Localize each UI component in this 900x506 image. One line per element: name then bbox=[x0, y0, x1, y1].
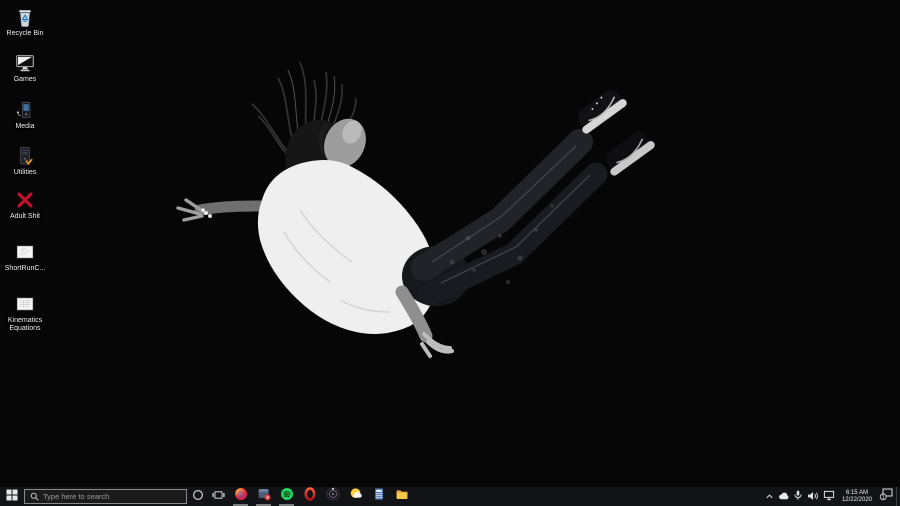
windows-desktop: Recycle Bin Games bbox=[0, 0, 900, 506]
desktop-icon-label: Utilities bbox=[14, 169, 37, 177]
microphone-icon bbox=[794, 488, 802, 506]
taskbar-app-firefox[interactable] bbox=[229, 487, 252, 506]
calculator-icon bbox=[372, 487, 386, 506]
cortana-icon bbox=[192, 488, 204, 506]
network-tray-button[interactable] bbox=[821, 487, 838, 506]
desktop-icon-label: Recycle Bin bbox=[7, 30, 44, 38]
desktop-icon-media[interactable]: Media bbox=[2, 98, 48, 131]
clock-date: 12/22/2020 bbox=[842, 497, 872, 504]
taskbar-app-badged[interactable] bbox=[252, 487, 275, 506]
wallpaper-image bbox=[0, 0, 900, 487]
taskbar-search[interactable] bbox=[24, 489, 187, 504]
taskbar-app-file-explorer[interactable] bbox=[390, 487, 413, 506]
desktop-icon-label: Games bbox=[14, 76, 37, 84]
action-center-icon: 1 bbox=[879, 487, 894, 506]
monitor-icon bbox=[13, 51, 37, 75]
ethernet-network-icon bbox=[823, 488, 835, 506]
cortana-button[interactable] bbox=[187, 487, 208, 506]
folder-icon bbox=[395, 487, 409, 506]
task-view-button[interactable] bbox=[208, 487, 229, 506]
taskbar: 6:15 AM 12/22/2020 1 bbox=[0, 487, 900, 506]
disc-app-icon bbox=[326, 487, 340, 506]
image-thumbnail-icon bbox=[13, 292, 37, 316]
windows-logo-icon bbox=[6, 488, 18, 506]
microphone-tray-button[interactable] bbox=[792, 487, 805, 506]
action-center-button[interactable]: 1 bbox=[876, 487, 896, 506]
taskbar-clock[interactable]: 6:15 AM 12/22/2020 bbox=[838, 490, 876, 504]
taskbar-app-disc[interactable] bbox=[321, 487, 344, 506]
taskbar-app-opera[interactable] bbox=[298, 487, 321, 506]
search-icon bbox=[30, 488, 39, 506]
red-x-icon bbox=[13, 188, 37, 212]
desktop-icon-recycle-bin[interactable]: Recycle Bin bbox=[2, 5, 48, 38]
hidden-icons-button[interactable] bbox=[763, 487, 777, 506]
cloud-icon bbox=[778, 488, 790, 506]
recycle-bin-icon bbox=[13, 5, 37, 29]
system-tray: 6:15 AM 12/22/2020 1 bbox=[763, 487, 900, 506]
weather-icon bbox=[349, 487, 363, 506]
speaker-icon bbox=[807, 488, 819, 506]
onedrive-tray-icon-button[interactable] bbox=[777, 487, 792, 506]
opera-icon bbox=[303, 487, 317, 506]
desktop-icon-label: Adult Shit bbox=[10, 213, 40, 221]
taskbar-app-spotify[interactable] bbox=[275, 487, 298, 506]
desktop-icon-label: Media bbox=[15, 123, 34, 131]
clock-time: 6:15 AM bbox=[846, 490, 868, 497]
desktop-icon-label: Kinematics Equations bbox=[2, 317, 48, 333]
pinned-apps bbox=[229, 487, 413, 506]
desktop-icon-kinematics[interactable]: Kinematics Equations bbox=[2, 292, 48, 333]
desktop-icon-adult-shit[interactable]: Adult Shit bbox=[2, 188, 48, 221]
image-thumbnail-icon bbox=[13, 240, 37, 264]
desktop-icon-shortrun[interactable]: ShortRunC... bbox=[2, 240, 48, 273]
desktop-icon-utilities[interactable]: Utilities bbox=[2, 144, 48, 177]
pc-tower-icon bbox=[13, 144, 37, 168]
show-desktop-button[interactable] bbox=[896, 487, 900, 506]
search-input[interactable] bbox=[43, 492, 181, 501]
volume-tray-button[interactable] bbox=[805, 487, 821, 506]
taskbar-app-weather[interactable] bbox=[344, 487, 367, 506]
taskbar-app-calculator[interactable] bbox=[367, 487, 390, 506]
desktop-icon-label: ShortRunC... bbox=[5, 265, 45, 273]
task-view-icon bbox=[212, 488, 225, 506]
action-center-badge: 1 bbox=[881, 495, 884, 501]
desktop-icon-games[interactable]: Games bbox=[2, 51, 48, 84]
chevron-up-icon bbox=[765, 488, 774, 506]
media-player-icon bbox=[13, 98, 37, 122]
start-button[interactable] bbox=[0, 487, 24, 506]
